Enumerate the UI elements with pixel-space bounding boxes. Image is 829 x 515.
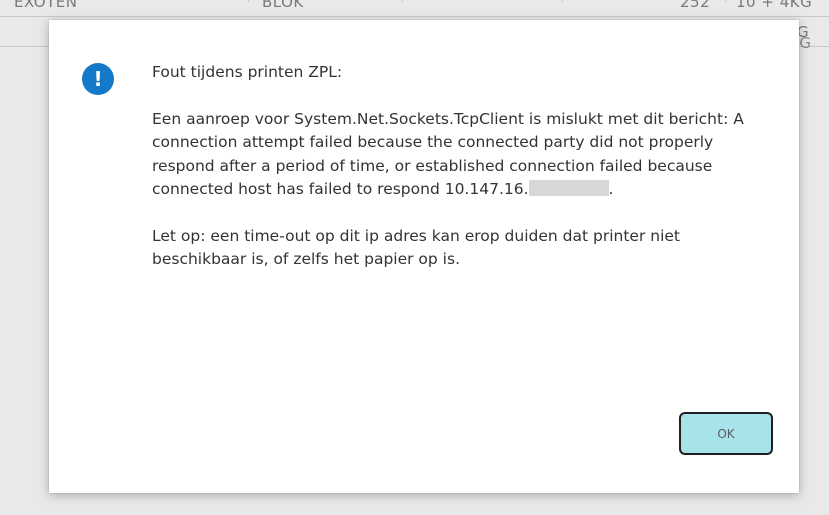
dialog-title: Fout tijdens printen ZPL:	[152, 63, 343, 81]
dialog-note: Let op: een time-out op dit ip adres kan…	[152, 226, 680, 269]
table-cell: 10 + 4KG	[736, 0, 813, 11]
info-icon: !	[82, 63, 114, 95]
table-cell: EXOTEN	[14, 0, 78, 11]
error-dialog: ! Fout tijdens printen ZPL: Een aanroep …	[49, 20, 799, 493]
dialog-body-text: Een aanroep voor System.Net.Sockets.TcpC…	[152, 109, 744, 199]
redacted-ip	[528, 180, 609, 196]
table-cell: BLOK	[262, 0, 304, 11]
dialog-body: Een aanroep voor System.Net.Sockets.TcpC…	[152, 108, 772, 202]
column-divider	[402, 0, 403, 2]
ok-button[interactable]: OK	[679, 412, 773, 455]
table-cell: 252	[680, 0, 711, 11]
column-divider	[725, 0, 726, 2]
dialog-message: Fout tijdens printen ZPL: Een aanroep vo…	[152, 61, 772, 272]
dialog-body-suffix: .	[608, 180, 614, 198]
background-text: G	[799, 34, 811, 52]
table-row: EXOTEN BLOK 252 10 + 4KG	[0, 0, 829, 17]
column-divider	[248, 0, 249, 2]
column-divider	[562, 0, 563, 2]
